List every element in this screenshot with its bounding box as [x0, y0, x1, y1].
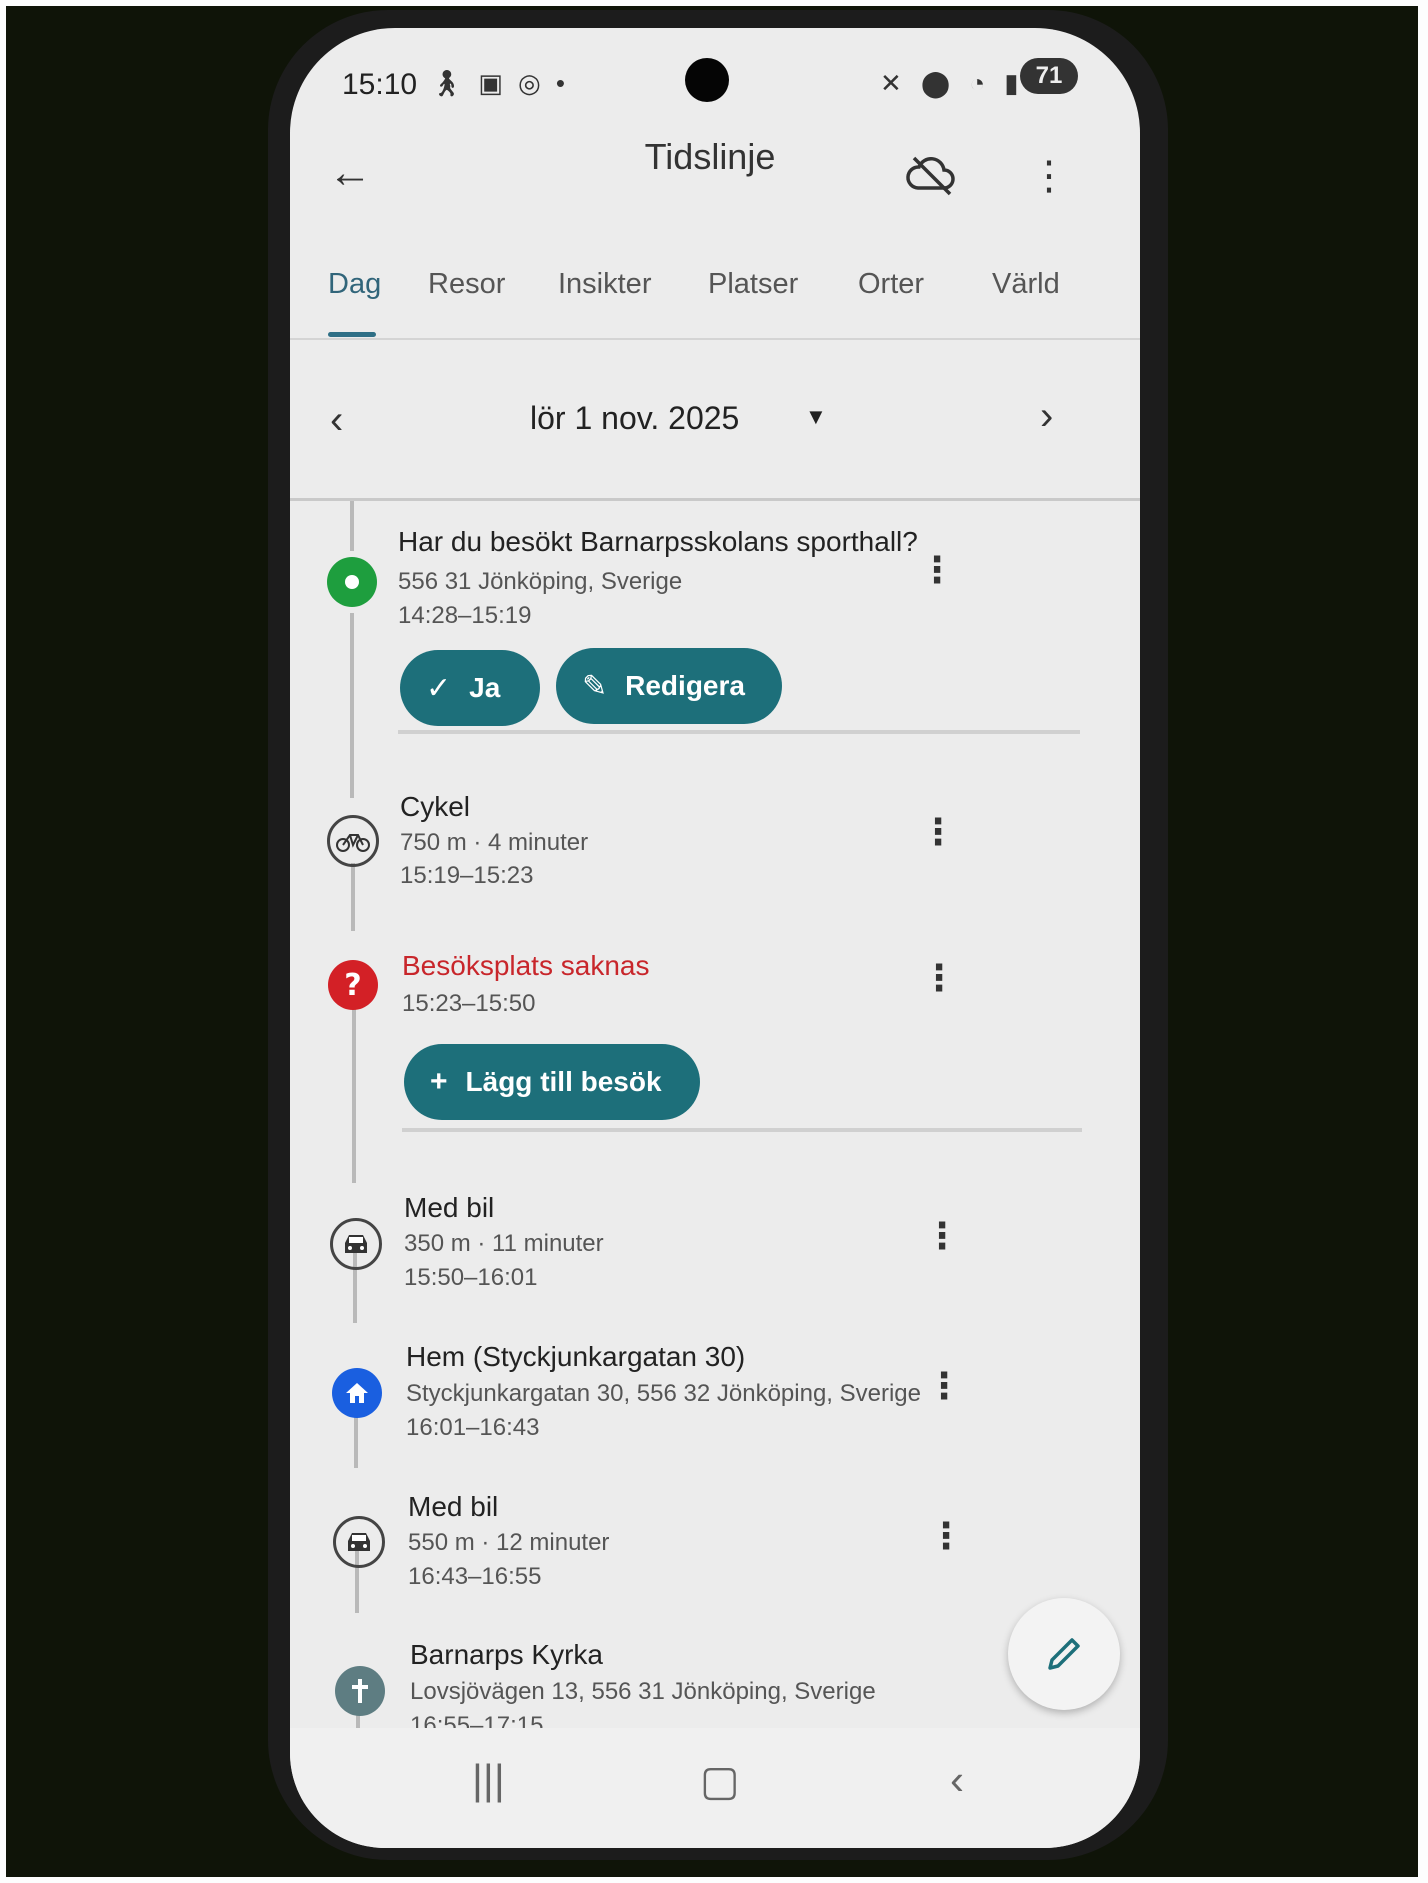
- date-label[interactable]: lör 1 nov. 2025: [530, 400, 739, 437]
- more-vert-icon[interactable]: ⋮: [917, 540, 957, 600]
- add-visit-label: Lägg till besök: [465, 1066, 662, 1097]
- car2-time: 16:43–16:55: [408, 1563, 542, 1590]
- chevron-right-icon[interactable]: ›: [1040, 394, 1053, 439]
- church-address: Lovsjövägen 13, 556 31 Jönköping, Sverig…: [410, 1678, 876, 1705]
- home-time: 16:01–16:43: [406, 1414, 540, 1441]
- notification-icons: 🚶︎ ▣ ◎ •: [430, 68, 570, 98]
- car2-title[interactable]: Med bil: [408, 1491, 498, 1523]
- more-vert-icon[interactable]: ⋮: [1024, 146, 1074, 206]
- home-address: Styckjunkargatan 30, 556 32 Jönköping, S…: [406, 1380, 922, 1407]
- page-title: Tidslinje: [644, 136, 776, 177]
- tab-bar: Dag Resor Insikter Platser Orter Värld: [290, 268, 1140, 340]
- home-title[interactable]: Hem (Styckjunkargatan 30): [406, 1341, 745, 1373]
- more-vert-icon[interactable]: ⋮: [918, 802, 958, 862]
- phone-screen: 15:10 🚶︎ ▣ ◎ • ✕ ⬤ ◔ ▮ 71 ← Tidslinje ⋮ …: [290, 28, 1140, 1848]
- car-icon: [330, 1218, 382, 1270]
- nav-back-icon[interactable]: ‹: [950, 1756, 964, 1804]
- dropdown-arrow-icon[interactable]: ▼: [805, 404, 827, 430]
- missing-visit-time: 15:23–15:50: [402, 990, 536, 1017]
- visit-prompt-time: 14:28–15:19: [398, 602, 532, 629]
- edit-visit-button[interactable]: ✎ Redigera: [556, 648, 782, 724]
- confirm-yes-label: Ja: [469, 672, 501, 703]
- bike-time: 15:19–15:23: [400, 862, 534, 889]
- visit-place-icon: [327, 557, 377, 607]
- status-time: 15:10: [342, 68, 418, 101]
- arrow-back-icon[interactable]: ←: [320, 143, 380, 203]
- church-title[interactable]: Barnarps Kyrka: [410, 1639, 603, 1671]
- tab-insikter[interactable]: Insikter: [558, 268, 651, 301]
- tab-orter[interactable]: Orter: [858, 268, 924, 301]
- car1-time: 15:50–16:01: [404, 1264, 538, 1291]
- pencil-icon: ✎: [582, 669, 608, 703]
- system-status-icons: ✕ ⬤ ◔ ▮: [880, 68, 1025, 98]
- more-vert-icon[interactable]: ⋮: [922, 1206, 962, 1266]
- bike-details: 750 m · 4 minuter: [400, 829, 589, 856]
- bicycle-icon: [327, 815, 379, 867]
- car2-details: 550 m · 12 minuter: [408, 1529, 610, 1556]
- car-icon: [333, 1516, 385, 1568]
- tab-dag[interactable]: Dag: [328, 268, 381, 301]
- confirm-yes-button[interactable]: ✓ Ja: [400, 650, 540, 726]
- home-icon: [332, 1368, 382, 1418]
- car1-details: 350 m · 11 minuter: [404, 1230, 604, 1257]
- home-button-icon[interactable]: ▢: [700, 1756, 740, 1805]
- edit-fab[interactable]: [1008, 1598, 1120, 1710]
- plus-icon: +: [430, 1065, 448, 1098]
- svg-text:?: ?: [344, 968, 361, 1003]
- visit-prompt-address: 556 31 Jönköping, Sverige: [398, 568, 683, 595]
- more-vert-icon[interactable]: ⋮: [919, 948, 959, 1008]
- car1-title[interactable]: Med bil: [404, 1192, 494, 1224]
- bike-title[interactable]: Cykel: [400, 791, 470, 823]
- more-vert-icon[interactable]: ⋮: [924, 1356, 964, 1416]
- visit-prompt-title[interactable]: Har du besökt Barnarpsskolans sporthall?: [398, 526, 918, 558]
- system-navigation-bar: ||| ▢ ‹: [290, 1728, 1140, 1848]
- chevron-left-icon[interactable]: ‹: [330, 398, 343, 443]
- check-icon: ✓: [426, 671, 452, 705]
- pencil-icon: [1048, 1638, 1080, 1670]
- front-camera: [685, 58, 729, 102]
- divider: [402, 1128, 1082, 1132]
- timeline-line: [351, 863, 355, 931]
- edit-visit-label: Redigera: [625, 670, 745, 701]
- battery-indicator: 71: [1020, 58, 1078, 94]
- cloud-off-icon[interactable]: [902, 146, 962, 206]
- tab-resor[interactable]: Resor: [428, 268, 505, 301]
- tab-varld[interactable]: Värld: [992, 268, 1060, 301]
- tab-active-indicator: [328, 332, 376, 337]
- tab-platser[interactable]: Platser: [708, 268, 798, 301]
- help-icon: ?: [328, 960, 378, 1010]
- add-visit-button[interactable]: + Lägg till besök: [404, 1044, 700, 1120]
- recent-apps-icon[interactable]: |||: [472, 1756, 505, 1804]
- church-icon: [335, 1666, 385, 1716]
- more-vert-icon[interactable]: ⋮: [926, 1506, 966, 1566]
- divider: [398, 730, 1080, 734]
- timeline-line: [350, 613, 354, 798]
- missing-visit-title[interactable]: Besöksplats saknas: [402, 950, 649, 982]
- timeline-line: [352, 998, 356, 1183]
- date-navigation: ‹ lör 1 nov. 2025 ▼ ›: [290, 340, 1140, 501]
- timeline-line: [350, 501, 354, 551]
